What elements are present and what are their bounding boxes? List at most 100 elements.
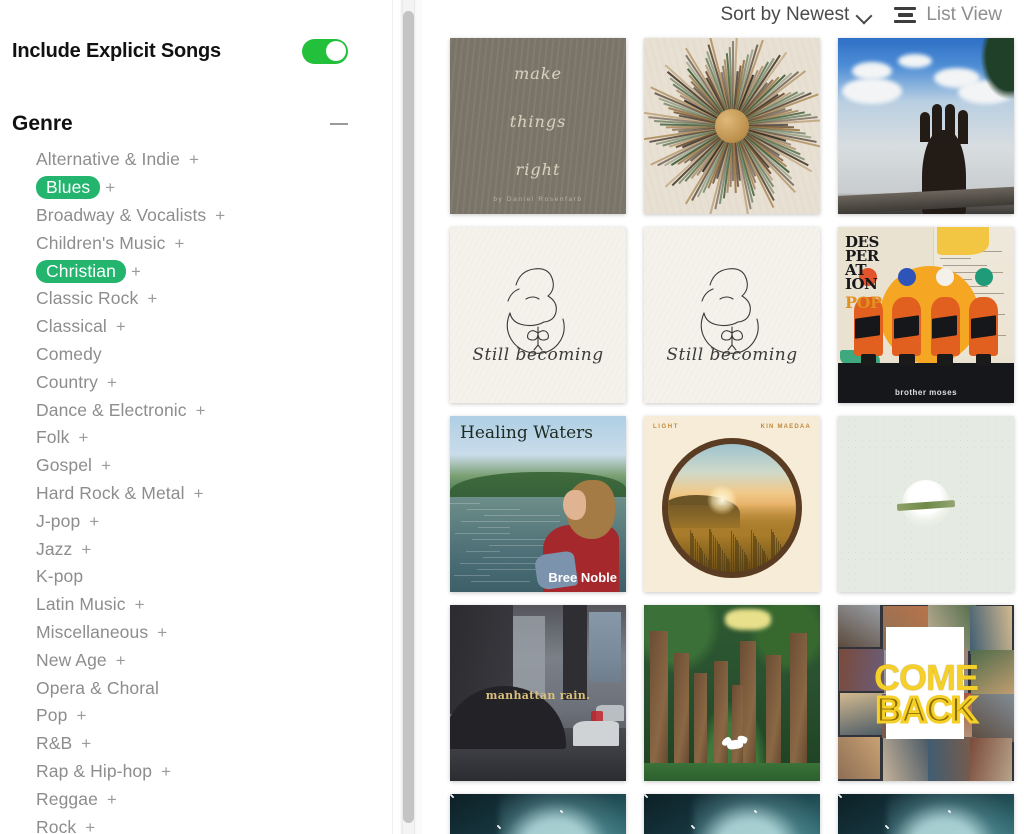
vertical-scrollbar[interactable] (392, 0, 422, 834)
genre-item[interactable]: Alternative & Indie + (36, 146, 392, 174)
genre-item-label[interactable]: Blues (36, 176, 101, 200)
genre-expand-plus-icon[interactable]: + (116, 652, 126, 669)
genre-expand-plus-icon[interactable]: + (78, 429, 88, 446)
album-card[interactable]: make things right by Daniel Rosenfarb (450, 38, 626, 214)
genre-item-label[interactable]: Comedy (36, 344, 102, 365)
genre-item-label[interactable]: Rap & Hip-hop (36, 761, 152, 782)
genre-item-label[interactable]: Christian (36, 259, 126, 283)
genre-expand-plus-icon[interactable]: + (157, 624, 167, 641)
list-view-label: List View (926, 4, 1002, 25)
genre-expand-plus-icon[interactable]: + (81, 541, 91, 558)
genre-item-label[interactable]: Miscellaneous (36, 622, 148, 643)
scrollbar-thumb[interactable] (403, 11, 414, 823)
album-card[interactable]: LIGHT KIN MAEDAA (644, 416, 820, 592)
album-card[interactable]: Still becoming (450, 227, 626, 403)
genre-item-label[interactable]: Latin Music (36, 594, 126, 615)
album-card[interactable] (838, 38, 1014, 214)
genre-expand-plus-icon[interactable]: + (105, 179, 115, 196)
genre-item-label[interactable]: Dance & Electronic (36, 400, 187, 421)
star (693, 827, 695, 829)
genre-expand-plus-icon[interactable]: + (76, 707, 86, 724)
list-view-button[interactable]: List View (894, 4, 1002, 26)
genre-item-label[interactable]: Reggae (36, 789, 98, 810)
genre-item[interactable]: New Age + (36, 646, 392, 674)
genre-expand-plus-icon[interactable]: + (161, 763, 171, 780)
genre-item-label[interactable]: Alternative & Indie (36, 149, 180, 170)
genre-item[interactable]: Classic Rock + (36, 285, 392, 313)
genre-item[interactable]: Country + (36, 368, 392, 396)
genre-item[interactable]: Children's Music + (36, 229, 392, 257)
sort-dropdown[interactable]: Sort by Newest (720, 4, 872, 26)
genre-item-label[interactable]: R&B (36, 733, 72, 754)
genre-item[interactable]: Comedy (36, 341, 392, 369)
genre-item[interactable]: Broadway & Vocalists + (36, 202, 392, 230)
genre-expand-plus-icon[interactable]: + (101, 457, 111, 474)
genre-item[interactable]: Folk + (36, 424, 392, 452)
include-explicit-songs-toggle[interactable] (302, 38, 348, 64)
genre-item-label[interactable]: New Age (36, 650, 107, 671)
album-card[interactable] (838, 416, 1014, 592)
genre-item[interactable]: Christian + (36, 257, 392, 285)
genre-item[interactable]: Jazz + (36, 535, 392, 563)
genre-item[interactable]: Classical + (36, 313, 392, 341)
genre-item-label[interactable]: Gospel (36, 455, 92, 476)
genre-item-label[interactable]: Jazz (36, 539, 72, 560)
genre-item-label[interactable]: J-pop (36, 511, 80, 532)
city-element (589, 612, 621, 683)
genre-item-label[interactable]: Classical (36, 316, 107, 337)
genre-item[interactable]: Gospel + (36, 452, 392, 480)
genre-item-label[interactable]: Country (36, 372, 98, 393)
tree-trunk (674, 653, 689, 781)
album-card[interactable]: Still becoming (644, 227, 820, 403)
album-card[interactable]: manhattan rain. (450, 605, 626, 781)
genre-item-label[interactable]: Broadway & Vocalists (36, 205, 206, 226)
album-card[interactable] (450, 794, 626, 834)
genre-expand-plus-icon[interactable]: + (107, 791, 117, 808)
genre-item-label[interactable]: Rock (36, 817, 76, 834)
genre-expand-plus-icon[interactable]: + (135, 596, 145, 613)
genre-item-label[interactable]: Children's Music (36, 233, 165, 254)
genre-item[interactable]: Rap & Hip-hop + (36, 758, 392, 786)
genre-expand-plus-icon[interactable]: + (81, 735, 91, 752)
genre-item-label[interactable]: Folk (36, 427, 69, 448)
genre-expand-plus-icon[interactable]: + (196, 402, 206, 419)
genre-item[interactable]: Blues + (36, 174, 392, 202)
genre-item[interactable]: Opera & Choral (36, 674, 392, 702)
genre-item[interactable]: R&B + (36, 730, 392, 758)
genre-expand-plus-icon[interactable]: + (107, 374, 117, 391)
album-card[interactable] (838, 794, 1014, 834)
album-card[interactable] (644, 38, 820, 214)
genre-item[interactable]: Dance & Electronic + (36, 396, 392, 424)
album-card[interactable] (644, 794, 820, 834)
genre-item[interactable]: Rock + (36, 813, 392, 834)
genre-expand-plus-icon[interactable]: + (189, 151, 199, 168)
genre-expand-plus-icon[interactable]: + (85, 819, 95, 834)
genre-item[interactable]: Pop + (36, 702, 392, 730)
album-card[interactable] (644, 605, 820, 781)
minus-icon[interactable] (330, 115, 348, 133)
collage-photo (883, 738, 928, 781)
genre-expand-plus-icon[interactable]: + (116, 318, 126, 335)
album-card[interactable]: COME BACK (838, 605, 1014, 781)
genre-item-label[interactable]: K-pop (36, 566, 83, 587)
genre-item-label[interactable]: Classic Rock (36, 288, 138, 309)
figure-book (893, 314, 920, 339)
genre-item-label[interactable]: Pop (36, 705, 67, 726)
genre-expand-plus-icon[interactable]: + (147, 290, 157, 307)
genre-item-label[interactable]: Hard Rock & Metal (36, 483, 185, 504)
genre-item-label[interactable]: Opera & Choral (36, 678, 159, 699)
album-card[interactable]: Healing Waters Bree Noble (450, 416, 626, 592)
genre-item[interactable]: Latin Music + (36, 591, 392, 619)
genre-item[interactable]: K-pop (36, 563, 392, 591)
genre-item[interactable]: Miscellaneous + (36, 619, 392, 647)
genre-item[interactable]: J-pop + (36, 507, 392, 535)
genre-expand-plus-icon[interactable]: + (215, 207, 225, 224)
album-card[interactable]: DES PER AT ION POP brother moses (838, 227, 1014, 403)
genre-expand-plus-icon[interactable]: + (194, 485, 204, 502)
genre-item[interactable]: Hard Rock & Metal + (36, 480, 392, 508)
genre-expand-plus-icon[interactable]: + (174, 235, 184, 252)
hand-finger (920, 112, 930, 142)
genre-expand-plus-icon[interactable]: + (89, 513, 99, 530)
genre-item[interactable]: Reggae + (36, 785, 392, 813)
genre-expand-plus-icon[interactable]: + (131, 263, 141, 280)
